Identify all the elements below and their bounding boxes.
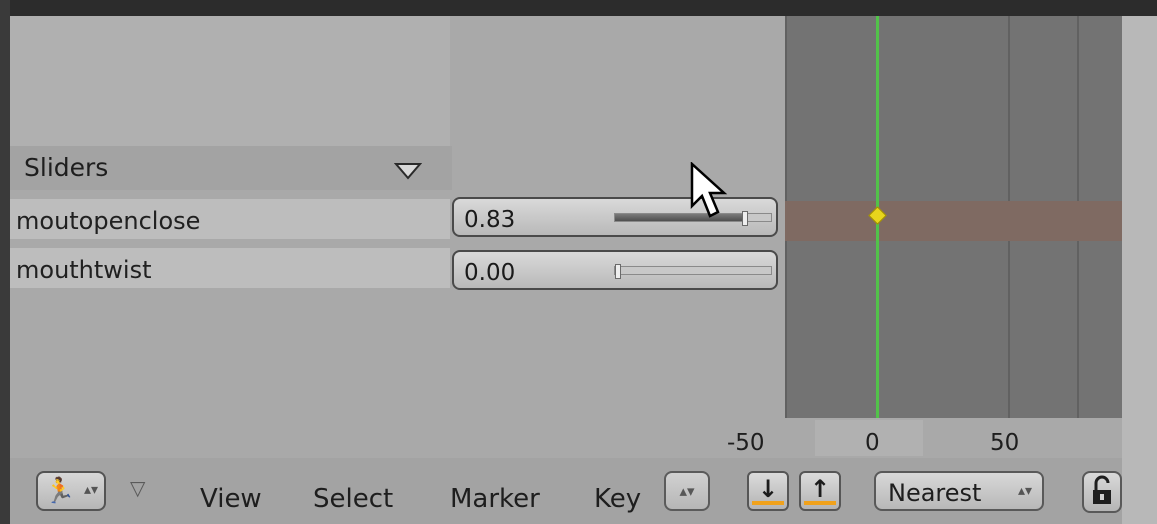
- selected-channel-band: [785, 201, 1122, 241]
- updown-arrows-icon: ▴▾: [679, 482, 695, 500]
- slider-value: 0.00: [464, 260, 516, 286]
- updown-arrows-icon: ▴▾: [83, 482, 98, 498]
- button-underline: [752, 501, 784, 505]
- menu-key[interactable]: Key: [594, 484, 641, 514]
- mode-select-button[interactable]: ▴▾: [664, 471, 710, 511]
- slider-track[interactable]: [614, 264, 772, 279]
- snap-mode-value: Nearest: [888, 479, 982, 507]
- menu-view[interactable]: View: [200, 484, 262, 514]
- menu-collapse-icon[interactable]: ▽: [130, 476, 145, 500]
- arrow-down-icon: ↓: [757, 475, 779, 503]
- ruler-label: -50: [727, 430, 765, 456]
- channel-list-top-area: [10, 16, 450, 146]
- lock-button[interactable]: [1082, 471, 1122, 513]
- updown-arrows-icon: ▴▾: [1017, 483, 1032, 499]
- shape-key-slider[interactable]: 0.00: [452, 250, 778, 290]
- running-figure-icon: 🏃: [44, 476, 76, 505]
- shape-key-row[interactable]: mouthtwist: [10, 248, 450, 288]
- paste-keys-button[interactable]: ↑: [799, 471, 841, 511]
- menu-select[interactable]: Select: [313, 484, 393, 514]
- sliders-label: Sliders: [24, 153, 109, 182]
- vertical-scrollbar[interactable]: [1122, 16, 1157, 524]
- collapse-triangle-icon[interactable]: [394, 160, 422, 182]
- slider-knob[interactable]: [615, 264, 621, 279]
- sliders-header[interactable]: Sliders: [10, 146, 452, 190]
- ruler-label: 50: [990, 430, 1020, 456]
- button-underline: [804, 501, 836, 505]
- shape-key-name: mouthtwist: [16, 256, 152, 284]
- editor-type-button[interactable]: 🏃 ▴▾: [36, 471, 106, 511]
- action-editor-window: Sliders moutopenclose 0.83 mouthtwist 0.…: [0, 0, 1157, 524]
- slider-knob[interactable]: [742, 211, 749, 226]
- frame-ruler[interactable]: -50 0 50: [727, 418, 1122, 458]
- left-border: [0, 0, 10, 524]
- copy-keys-button[interactable]: ↓: [747, 471, 789, 511]
- shape-key-row[interactable]: moutopenclose: [10, 199, 450, 239]
- editor-header: 🏃 ▴▾ ▽ View Select Marker Key ▴▾ ↓ ↑ Nea…: [10, 458, 1122, 524]
- keyframe-area[interactable]: [785, 16, 1122, 418]
- top-border: [0, 0, 1157, 16]
- shape-key-name: moutopenclose: [16, 207, 201, 235]
- ruler-label: 0: [865, 430, 880, 456]
- snap-mode-dropdown[interactable]: Nearest ▴▾: [874, 471, 1044, 511]
- slider-value: 0.83: [464, 207, 516, 233]
- menu-marker[interactable]: Marker: [450, 484, 540, 514]
- mouse-pointer-icon: [690, 162, 728, 218]
- padlock-icon: [1093, 475, 1111, 504]
- arrow-up-icon: ↑: [809, 475, 831, 503]
